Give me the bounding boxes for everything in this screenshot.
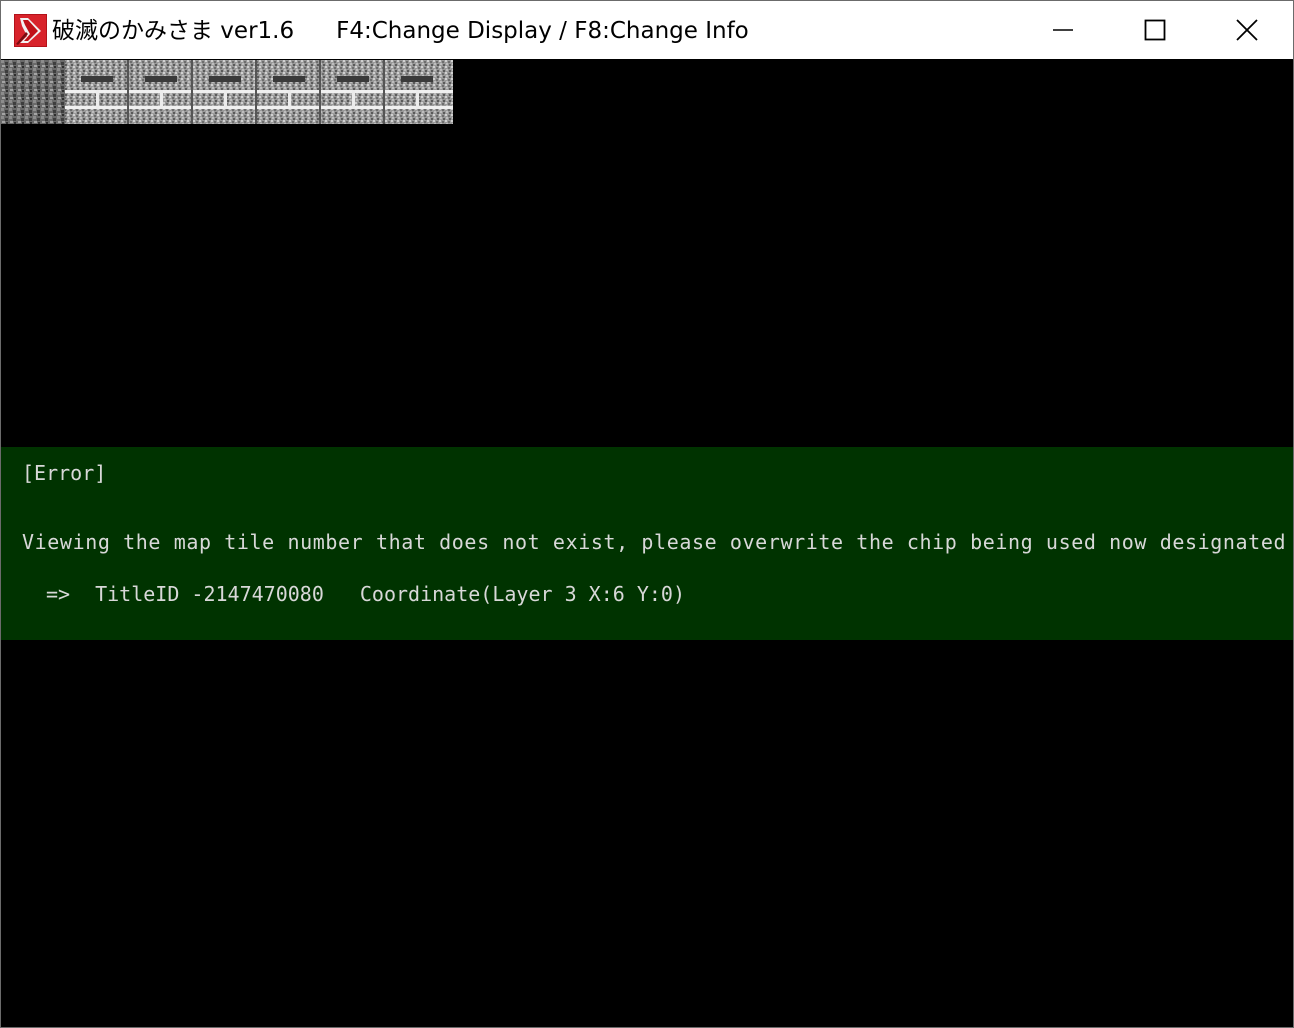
stone-brick-tile-icon — [65, 60, 453, 124]
close-button[interactable] — [1201, 1, 1293, 59]
maximize-icon — [1144, 19, 1166, 41]
error-arrow: => — [46, 582, 71, 606]
error-detail: => TitleID -2147470080 Coordinate(Layer 3 … — [46, 581, 685, 607]
error-coordinate: Coordinate(Layer 3 X:6 Y:0) — [359, 582, 685, 606]
minimize-button[interactable] — [1017, 1, 1109, 59]
rock-tile-icon — [1, 60, 65, 124]
window-title-text: 破滅のかみさま ver1.6 — [52, 18, 295, 44]
title-bar[interactable]: 破滅のかみさま ver1.6 F4:Change Display / F8:Cha… — [1, 1, 1293, 59]
error-heading: [Error] — [22, 461, 107, 485]
key-hint-text: F4:Change Display / F8:Change Info — [336, 18, 749, 44]
error-panel: [Error] Viewing the map tile number that… — [1, 447, 1293, 640]
close-icon — [1236, 19, 1258, 41]
game-window: 破滅のかみさま ver1.6 F4:Change Display / F8:Cha… — [0, 0, 1294, 1028]
error-tile-id: TitleID -2147470080 — [95, 582, 324, 606]
window-title: 破滅のかみさま ver1.6 F4:Change Display / F8:Cha… — [52, 15, 749, 47]
maximize-button[interactable] — [1109, 1, 1201, 59]
app-logo-icon — [14, 14, 47, 47]
game-viewport[interactable]: [Error] Viewing the map tile number that… — [1, 59, 1293, 1027]
error-message: Viewing the map tile number that does no… — [22, 530, 1293, 554]
minimize-icon — [1053, 29, 1073, 31]
map-tile-strip — [1, 60, 453, 124]
